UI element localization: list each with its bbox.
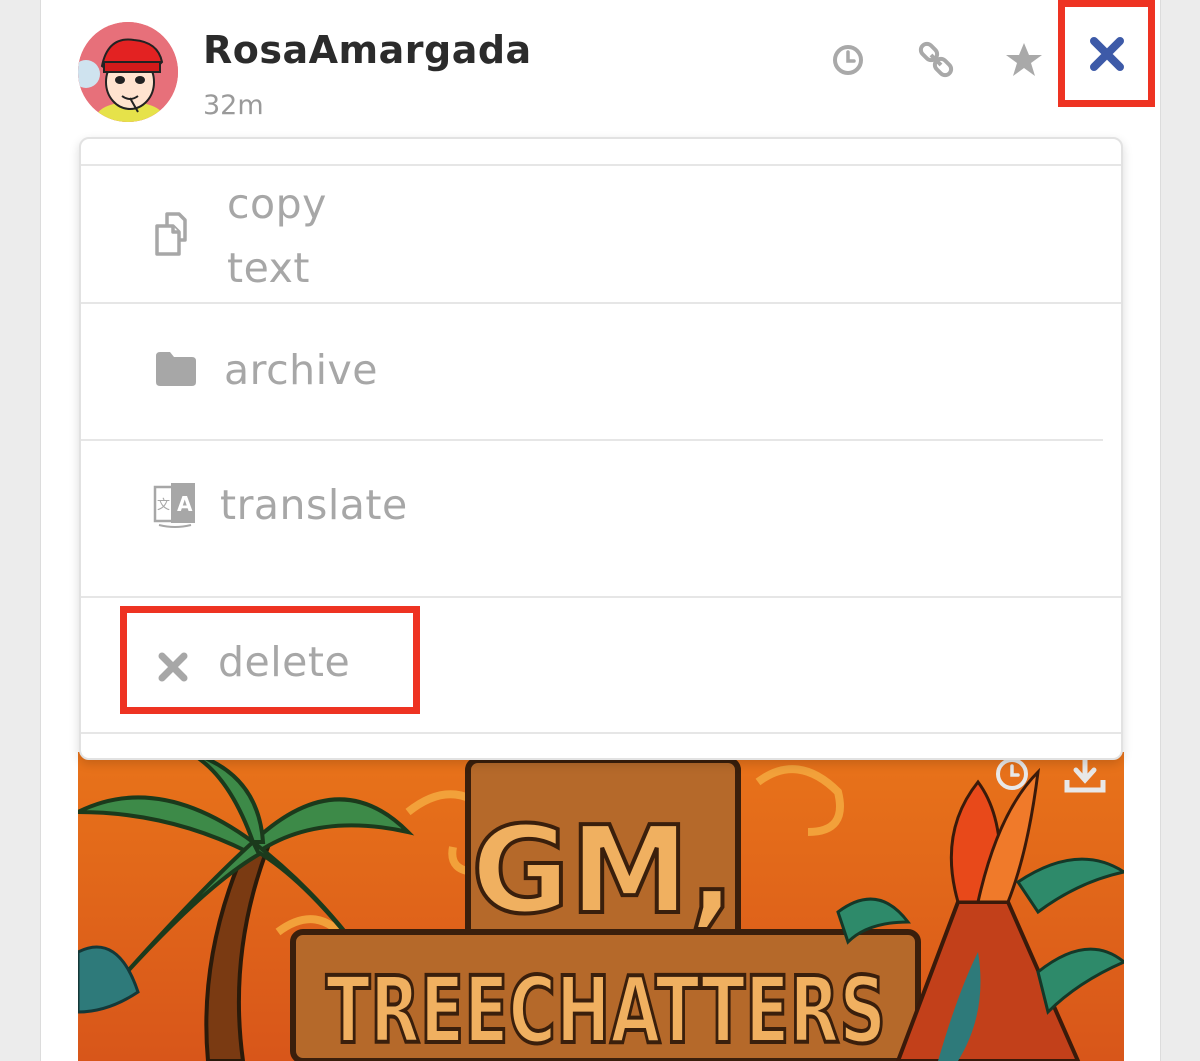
- menu-item-label: translate: [220, 481, 408, 529]
- image-text-line1: GM,: [471, 802, 735, 941]
- clock-icon[interactable]: [826, 38, 870, 82]
- download-icon[interactable]: [1064, 754, 1106, 798]
- menu-item-label: copy: [227, 180, 327, 228]
- card-divider: [1160, 0, 1161, 1061]
- close-button[interactable]: [1058, 0, 1155, 107]
- menu-item-copy-text[interactable]: copy text: [81, 166, 1121, 302]
- svg-text:A: A: [177, 492, 193, 516]
- link-icon[interactable]: [914, 38, 958, 82]
- card-divider: [40, 0, 41, 1061]
- menu-item-translate[interactable]: A 文 translate: [81, 441, 1121, 596]
- image-text-line2: TREECHATTERS: [326, 957, 886, 1061]
- clock-icon[interactable]: [994, 756, 1030, 796]
- timestamp: 32m: [203, 90, 264, 121]
- username[interactable]: RosaAmargada: [203, 28, 532, 72]
- svg-text:文: 文: [157, 498, 170, 513]
- close-icon: [1089, 36, 1124, 71]
- menu-item-label: text: [227, 244, 310, 292]
- menu-item-archive[interactable]: archive: [81, 304, 1121, 440]
- menu-divider: [81, 732, 1121, 734]
- menu-item-label: archive: [224, 346, 378, 394]
- translate-icon: A 文: [153, 481, 197, 533]
- folder-icon: [154, 350, 198, 392]
- post-image[interactable]: GM, TREECHATTERS: [78, 752, 1124, 1061]
- copy-icon: [153, 210, 201, 262]
- delete-highlight-box: [120, 606, 420, 714]
- avatar[interactable]: [78, 22, 178, 122]
- star-icon[interactable]: [1002, 38, 1046, 82]
